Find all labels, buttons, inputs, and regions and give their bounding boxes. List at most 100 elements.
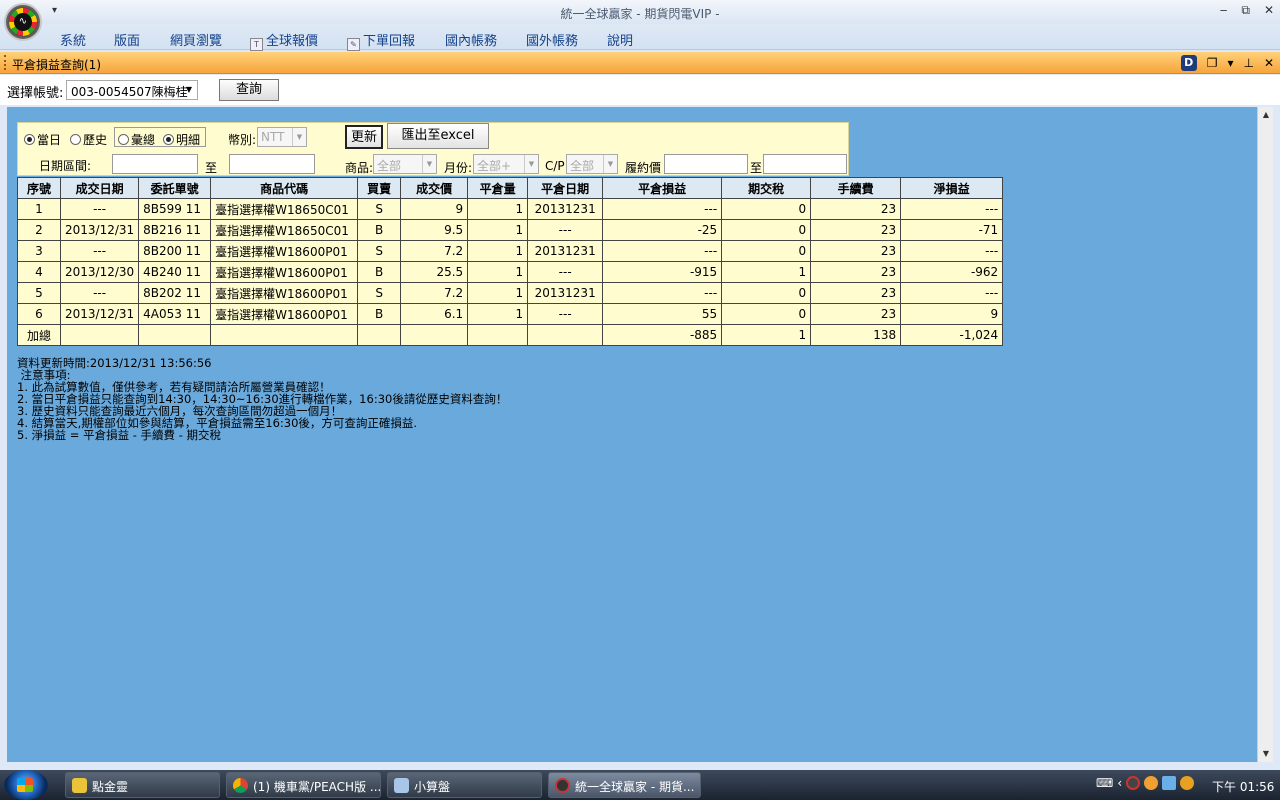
menu-web-browse[interactable]: 網頁瀏覽 <box>170 30 222 49</box>
radio-history[interactable]: 歷史 <box>70 131 107 148</box>
table-row[interactable]: 2 2013/12/31 8B216 11 臺指選擇權W18650C01 B 9.5 1 --… <box>17 219 1004 241</box>
table-cell: --- <box>900 282 1004 304</box>
cp-value: 全部 <box>570 159 595 173</box>
column-header[interactable]: 成交日期 <box>59 177 140 199</box>
query-button[interactable]: 查詢 <box>219 79 279 101</box>
table-cell: 0 <box>721 240 812 262</box>
menu-domestic-accounts[interactable]: 國內帳務 <box>445 30 497 49</box>
strike-from-field[interactable] <box>664 154 748 174</box>
chevron-down-icon: ▼ <box>422 155 436 173</box>
scroll-up-icon[interactable]: ▲ <box>1258 107 1274 123</box>
product-value: 全部 <box>377 159 402 173</box>
tray-network-icon[interactable] <box>1144 776 1159 790</box>
restore-button[interactable]: ⧉ <box>1241 3 1250 18</box>
strike-to-label: 至 <box>750 161 763 175</box>
table-row[interactable]: 4 2013/12/30 4B240 11 臺指選擇權W18600P01 B 25.5 1-… <box>17 261 1004 283</box>
cp-select[interactable]: 全部 ▼ <box>566 154 618 174</box>
task-dianjinling[interactable]: 點金靈 <box>65 772 220 798</box>
taskbar-clock[interactable]: 下午 01:56 <box>1212 778 1274 795</box>
scroll-down-icon[interactable]: ▼ <box>1258 746 1274 762</box>
app-logo-button[interactable]: ∿ <box>4 3 42 41</box>
account-select[interactable]: 003-0054507陳梅桂 ▼ <box>66 80 198 100</box>
column-header[interactable]: 手續費 <box>810 177 902 199</box>
date-range-label: 日期區間: <box>39 159 92 173</box>
column-header[interactable]: 平倉損益 <box>602 177 723 199</box>
product-select[interactable]: 全部 ▼ <box>373 154 437 174</box>
table-cell: 1 <box>467 198 529 220</box>
table-cell: S <box>357 282 402 304</box>
table-cell: -962 <box>900 261 1004 283</box>
export-excel-button[interactable]: 匯出至excel <box>387 123 489 149</box>
start-button[interactable] <box>4 770 48 800</box>
taskbar: 點金靈 (1) 機車黨/PEACH版 ... 小算盤 統一全球贏家 - 期貨..… <box>0 770 1280 800</box>
table-row[interactable]: 5 --- 8B202 11 臺指選擇權W18600P01 S 7.2 1 20131231-… <box>17 282 1004 304</box>
table-row[interactable]: 6 2013/12/31 4A053 11 臺指選擇權W18600P01 B 6.1 1 --… <box>17 303 1004 325</box>
close-button[interactable]: ✕ <box>1264 3 1274 18</box>
column-header[interactable]: 期交稅 <box>721 177 812 199</box>
table-cell: S <box>357 198 402 220</box>
panel-grip-icon[interactable] <box>4 55 7 70</box>
table-row[interactable]: 3 --- 8B200 11 臺指選擇權W18600P01 S 7.2 1 20131231-… <box>17 240 1004 262</box>
column-header[interactable]: 商品代碼 <box>210 177 359 199</box>
column-header[interactable]: 序號 <box>17 177 61 199</box>
column-header[interactable]: 成交價 <box>400 177 469 199</box>
task-trading-app[interactable]: 統一全球贏家 - 期貨... <box>548 772 701 798</box>
task-chrome[interactable]: (1) 機車黨/PEACH版 ... <box>226 772 381 798</box>
column-header[interactable]: 淨損益 <box>900 177 1004 199</box>
strike-to-field[interactable] <box>763 154 847 174</box>
month-select[interactable]: 全部+ ▼ <box>473 154 539 174</box>
date-to-field[interactable] <box>229 154 315 174</box>
cp-label: C/P <box>545 159 565 173</box>
table-cell: 7.2 <box>400 240 469 262</box>
tray-expand-icon[interactable]: ‹ <box>1117 776 1122 790</box>
tray-app-icon[interactable] <box>1126 776 1141 790</box>
table-cell: --- <box>527 261 604 283</box>
menu-order-report[interactable]: ✎ 下單回報 <box>347 30 415 51</box>
table-cell: 23 <box>810 198 902 220</box>
tray-volume-icon[interactable] <box>1180 776 1195 790</box>
column-header[interactable]: 平倉量 <box>467 177 529 199</box>
table-cell: 4B240 11 <box>138 261 212 283</box>
tray-monitor-icon[interactable] <box>1162 776 1177 790</box>
column-header[interactable]: 委託單號 <box>138 177 212 199</box>
keyboard-icon[interactable]: ⌨ <box>1096 776 1113 790</box>
pin-icon[interactable]: ⊥ <box>1243 56 1253 70</box>
account-value: 003-0054507陳梅桂 <box>71 85 188 99</box>
vertical-scrollbar[interactable]: ▲ ▼ <box>1257 107 1273 762</box>
panel-close-icon[interactable]: ✕ <box>1264 56 1274 70</box>
d-badge-icon[interactable]: D <box>1180 55 1197 71</box>
radio-detail[interactable]: 明細 <box>163 131 200 148</box>
menu-global-quotes[interactable]: T 全球報價 <box>250 30 318 51</box>
menu-system[interactable]: 系統 <box>60 30 86 49</box>
table-cell: 臺指選擇權W18650C01 <box>210 219 359 241</box>
radio-today[interactable]: 當日 <box>24 131 61 148</box>
calculator-icon <box>394 778 409 793</box>
table-cell: 8B202 11 <box>138 282 212 304</box>
date-to-label: 至 <box>205 161 218 175</box>
menu-layout[interactable]: 版面 <box>114 30 140 49</box>
column-header[interactable]: 平倉日期 <box>527 177 604 199</box>
table-cell: 1 <box>467 282 529 304</box>
minimize-button[interactable]: ‒ <box>1220 3 1228 18</box>
currency-select[interactable]: NTT ▼ <box>257 127 307 147</box>
table-cell: 臺指選擇權W18600P01 <box>210 303 359 325</box>
menu-foreign-accounts[interactable]: 國外帳務 <box>526 30 578 49</box>
table-cell: 55 <box>602 303 723 325</box>
table-cell: 2013/12/30 <box>59 261 140 283</box>
strike-label: 履約價 <box>625 161 662 175</box>
date-from-field[interactable] <box>112 154 198 174</box>
float-icon[interactable]: ❐ <box>1207 56 1218 70</box>
column-header[interactable]: 買賣 <box>357 177 402 199</box>
radio-history-label: 歷史 <box>83 133 108 147</box>
menu-help[interactable]: 說明 <box>607 30 633 49</box>
table-body: 1 --- 8B599 11 臺指選擇權W18650C01 S 9 1 20131231 ---… <box>17 198 1004 346</box>
radio-today-label: 當日 <box>37 133 62 147</box>
table-row[interactable]: 1 --- 8B599 11 臺指選擇權W18650C01 S 9 1 20131231 ---… <box>17 198 1004 220</box>
radio-summary[interactable]: 彙總 <box>118 131 155 148</box>
chevron-down-icon: ▼ <box>603 155 617 173</box>
quotes-icon: T <box>250 38 263 51</box>
panel-menu-icon[interactable]: ▾ <box>1227 56 1233 70</box>
update-button[interactable]: 更新 <box>345 125 383 149</box>
chrome-icon <box>233 778 248 793</box>
task-calculator[interactable]: 小算盤 <box>387 772 542 798</box>
